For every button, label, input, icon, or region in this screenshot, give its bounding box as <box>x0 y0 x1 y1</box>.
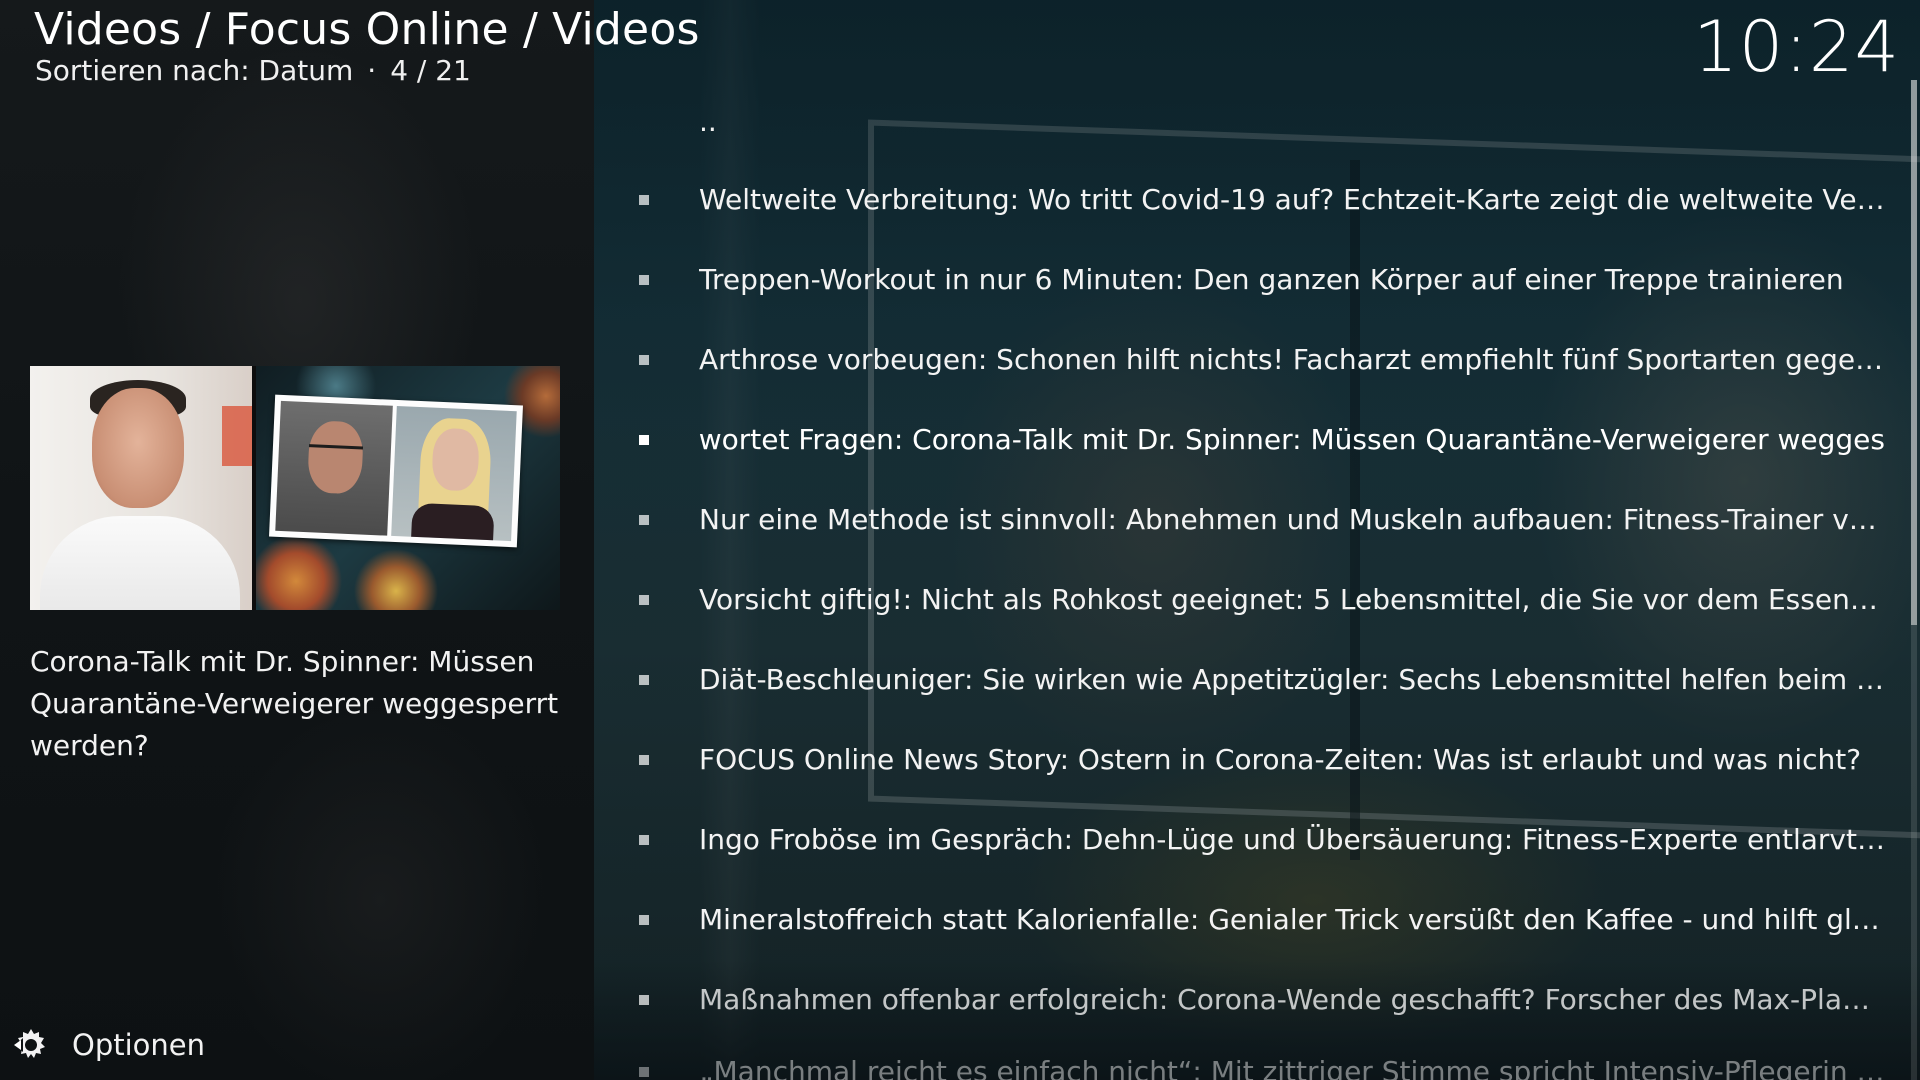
bullet-icon <box>639 835 649 845</box>
options-button[interactable]: Optionen <box>12 1020 205 1070</box>
list-item-title: Mineralstoffreich statt Kalorienfalle: G… <box>699 903 1885 936</box>
thumbnail-video-call-photo <box>269 394 523 548</box>
list-item-title: Ingo Froböse im Gespräch: Dehn-Lüge und … <box>699 823 1885 856</box>
bullet-icon <box>639 195 649 205</box>
item-position: 4 / 21 <box>390 54 471 87</box>
list-item[interactable]: Ingo Froböse im Gespräch: Dehn-Lüge und … <box>594 800 1894 880</box>
list-item-title: FOCUS Online News Story: Ostern in Coron… <box>699 743 1862 776</box>
list-item[interactable]: Treppen-Workout in nur 6 Minuten: Den ga… <box>594 240 1894 320</box>
sort-separator: · <box>367 54 377 87</box>
list-item[interactable]: Nur eine Methode ist sinnvoll: Abnehmen … <box>594 480 1894 560</box>
thumbnail-man <box>275 400 393 536</box>
list-item[interactable]: FOCUS Online News Story: Ostern in Coron… <box>594 720 1894 800</box>
list-item-title: Diät-Beschleuniger: Sie wirken wie Appet… <box>699 663 1885 696</box>
list-item-title: Nur eine Methode ist sinnvoll: Abnehmen … <box>699 503 1885 536</box>
list-item[interactable]: Arthrose vorbeugen: Schonen hilft nichts… <box>594 320 1894 400</box>
options-gear-icon <box>14 1029 45 1058</box>
list-item-title: Maßnahmen offenbar erfolgreich: Corona-W… <box>699 983 1885 1016</box>
list-item-title: Weltweite Verbreitung: Wo tritt Covid-19… <box>699 183 1885 216</box>
video-list[interactable]: .. Weltweite Verbreitung: Wo tritt Covid… <box>594 96 1894 1080</box>
clock: 10:24 <box>1693 6 1900 88</box>
bullet-icon <box>639 435 649 445</box>
list-item-focused[interactable]: antwortet Fragen: Corona-Talk mit Dr. Sp… <box>594 400 1894 480</box>
list-item-title: Treppen-Workout in nur 6 Minuten: Den ga… <box>699 263 1844 296</box>
thumbnail-woman <box>391 405 517 542</box>
list-item[interactable]: Diät-Beschleuniger: Sie wirken wie Appet… <box>594 640 1894 720</box>
list-item-title: antwortet Fragen: Corona-Talk mit Dr. Sp… <box>699 420 1885 460</box>
options-label: Optionen <box>72 1028 206 1062</box>
list-scrollbar[interactable] <box>1911 80 1917 1080</box>
thumbnail-head <box>92 388 184 508</box>
bullet-icon <box>639 515 649 525</box>
video-thumbnail <box>30 366 560 610</box>
list-item-title: Vorsicht giftig!: Nicht als Rohkost geei… <box>699 583 1885 616</box>
bullet-icon <box>639 275 649 285</box>
thumbnail-doctor-portrait <box>30 366 252 610</box>
list-item-title: Arthrose vorbeugen: Schonen hilft nichts… <box>699 343 1885 376</box>
thumbnail-woman-top <box>411 502 495 541</box>
breadcrumb: Videos / Focus Online / Videos <box>34 4 700 55</box>
plot-text: Corona-Talk mit Dr. Spinner: Müssen Quar… <box>30 645 559 762</box>
kodi-video-browser: Videos / Focus Online / Videos Sortieren… <box>0 0 1920 1080</box>
list-item-title: „Manchmal reicht es einfach nicht“: Mit … <box>699 1055 1885 1080</box>
list-item[interactable]: Mineralstoffreich statt Kalorienfalle: G… <box>594 880 1894 960</box>
sort-info: Sortieren nach: Datum · 4 / 21 <box>35 54 471 87</box>
list-item[interactable]: „Manchmal reicht es einfach nicht“: Mit … <box>594 1032 1894 1080</box>
list-item[interactable]: Vorsicht giftig!: Nicht als Rohkost geei… <box>594 560 1894 640</box>
thumbnail-accent <box>222 406 252 466</box>
bullet-icon <box>639 995 649 1005</box>
bullet-icon <box>639 915 649 925</box>
focused-title-text: antwortet Fragen: Corona-Talk mit Dr. Sp… <box>699 423 1885 456</box>
list-item[interactable]: Maßnahmen offenbar erfolgreich: Corona-W… <box>594 960 1894 1040</box>
bullet-icon <box>639 1067 649 1077</box>
sort-label: Sortieren nach: Datum <box>35 54 354 87</box>
bullet-icon <box>639 355 649 365</box>
thumbnail-man-glasses <box>308 444 364 462</box>
scrollbar-thumb[interactable] <box>1911 80 1917 625</box>
list-item[interactable]: Weltweite Verbreitung: Wo tritt Covid-19… <box>594 160 1894 240</box>
parent-folder-label: .. <box>699 105 717 138</box>
thumbnail-coat <box>40 516 240 610</box>
bullet-icon <box>639 755 649 765</box>
bullet-icon <box>639 595 649 605</box>
bullet-icon <box>639 675 649 685</box>
